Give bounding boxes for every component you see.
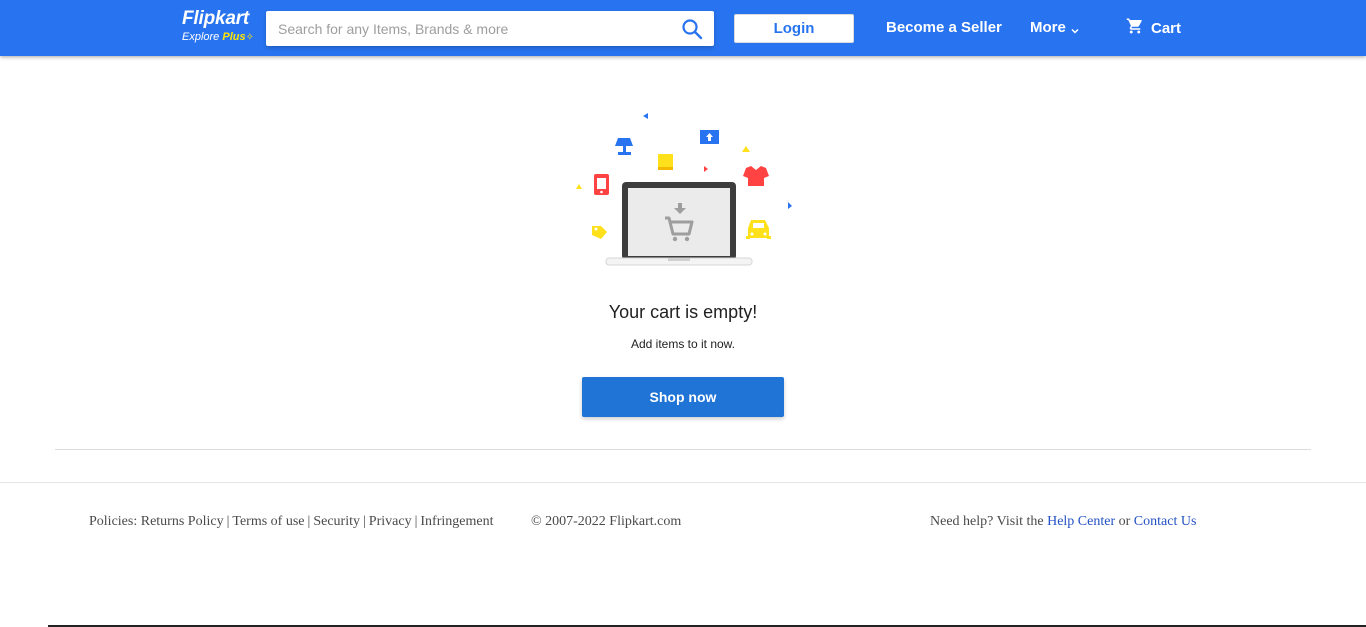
footer-policies: Policies: Returns Policy | Terms of use | Se… xyxy=(89,514,493,530)
lamp-icon xyxy=(615,138,633,155)
footer-help: Need help? Visit the Help Center or Cont… xyxy=(930,514,1196,530)
cart-icon xyxy=(1126,17,1144,39)
terms-of-use-link[interactable]: Terms of use xyxy=(232,514,304,529)
logo-wordmark: Flipkart xyxy=(182,8,250,29)
policies-prefix: Policies: xyxy=(89,514,138,529)
help-center-link[interactable]: Help Center xyxy=(1047,514,1115,529)
privacy-link[interactable]: Privacy xyxy=(369,514,412,529)
confetti-icon xyxy=(742,146,750,152)
returns-policy-link[interactable]: Returns Policy xyxy=(141,514,224,529)
tshirt-icon xyxy=(743,166,769,186)
separator: | xyxy=(414,514,418,529)
logo-plus-text: Plus xyxy=(222,31,246,43)
car-icon xyxy=(746,220,771,239)
separator: | xyxy=(226,514,230,529)
phone-icon xyxy=(594,174,609,195)
confetti-icon xyxy=(576,184,582,189)
search-icon[interactable] xyxy=(680,17,704,41)
book-icon xyxy=(658,154,673,170)
cart-link[interactable]: Cart xyxy=(1126,17,1181,39)
upload-box-icon xyxy=(700,130,719,144)
empty-cart-title: Your cart is empty! xyxy=(608,302,758,322)
separator: | xyxy=(307,514,311,529)
copyright-text: © 2007-2022 Flipkart.com xyxy=(531,514,682,529)
top-navbar: Flipkart Explore Plus✧ Login Become a Se… xyxy=(0,0,1366,56)
help-prefix: Need help? Visit the xyxy=(930,514,1044,529)
contact-us-link[interactable]: Contact Us xyxy=(1134,514,1197,529)
more-label: More xyxy=(1030,19,1066,36)
empty-cart-subtitle: Add items to it now. xyxy=(630,337,736,351)
flipkart-logo[interactable]: Flipkart Explore Plus✧ xyxy=(182,8,262,48)
price-tag-icon xyxy=(592,226,607,239)
shop-now-button[interactable]: Shop now xyxy=(582,377,784,417)
cart-label: Cart xyxy=(1151,19,1182,37)
confetti-icon xyxy=(643,113,648,119)
search-input[interactable] xyxy=(266,11,666,46)
security-link[interactable]: Security xyxy=(313,514,360,529)
logo-explore-text: Explore xyxy=(182,31,220,43)
footer-divider xyxy=(0,482,1366,483)
infringement-link[interactable]: Infringement xyxy=(420,514,493,529)
more-dropdown[interactable]: More xyxy=(1030,19,1080,36)
separator: | xyxy=(362,514,366,529)
chevron-down-icon xyxy=(1070,23,1080,34)
login-button[interactable]: Login xyxy=(734,14,854,43)
empty-cart-illustration xyxy=(570,108,800,274)
confetti-icon xyxy=(788,202,792,209)
content-divider xyxy=(55,449,1311,450)
confetti-icon xyxy=(704,166,708,172)
logo-tagline: Explore Plus✧ xyxy=(182,30,262,45)
help-or-text: or xyxy=(1118,514,1131,529)
plus-sparkle-icon: ✧ xyxy=(245,32,254,43)
search-bar xyxy=(266,11,714,46)
become-seller-link[interactable]: Become a Seller xyxy=(886,19,1002,36)
laptop-icon xyxy=(605,182,753,266)
